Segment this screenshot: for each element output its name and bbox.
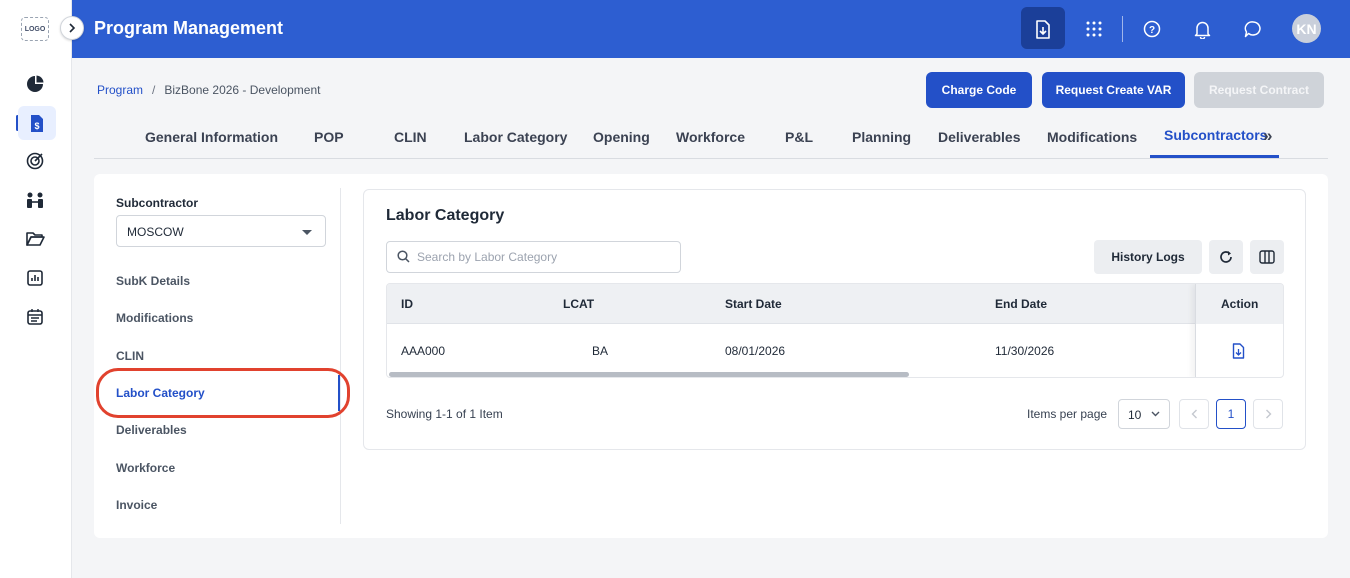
charge-code-button[interactable]: Charge Code [926,72,1032,108]
labor-category-panel: Labor Category History Logs ID LCAT Star… [363,189,1306,450]
col-start-date[interactable]: Start Date [725,297,782,311]
tab-clin[interactable]: CLIN [394,129,427,145]
side-item-subk-details[interactable]: SubK Details [116,274,190,288]
tab-general-information[interactable]: General Information [145,129,278,145]
chevron-right-icon [1265,409,1271,419]
apps-grid-icon[interactable] [1080,15,1108,43]
help-icon[interactable]: ? [1138,15,1166,43]
breadcrumb-current: BizBone 2026 - Development [164,83,321,97]
history-logs-button[interactable]: History Logs [1094,240,1202,274]
calendar-icon[interactable] [22,303,48,329]
tab-planning[interactable]: Planning [852,129,911,145]
tab-subcontractors[interactable]: Subcontractors [1164,127,1267,143]
target-icon[interactable] [22,148,48,174]
app-logo: LOGO [21,17,49,41]
search-box [386,241,681,273]
chevron-left-icon [1191,409,1197,419]
download-file-icon[interactable] [1029,15,1057,43]
col-end-date[interactable]: End Date [995,297,1047,311]
request-contract-button[interactable]: Request Contract [1194,72,1324,108]
view-document-icon[interactable] [1232,343,1245,364]
search-input[interactable] [417,242,672,272]
tab-workforce[interactable]: Workforce [676,129,745,145]
report-chart-icon[interactable] [22,265,48,291]
chat-icon[interactable] [1239,15,1267,43]
caret-down-icon [302,230,312,235]
scrollbar-thumb[interactable] [389,372,909,377]
side-item-invoice[interactable]: Invoice [116,498,157,512]
side-item-modifications[interactable]: Modifications [116,311,193,325]
tab-pl[interactable]: P&L [785,129,813,145]
panel-title: Labor Category [386,207,505,224]
side-item-deliverables[interactable]: Deliverables [116,423,187,437]
side-item-clin[interactable]: CLIN [116,349,144,363]
columns-icon [1259,250,1275,264]
svg-text:$: $ [34,121,39,131]
user-avatar[interactable]: KN [1292,14,1321,43]
side-item-workforce[interactable]: Workforce [116,461,175,475]
prev-page-button[interactable] [1179,399,1209,429]
folder-open-icon[interactable] [22,226,48,252]
col-id[interactable]: ID [401,297,413,311]
breadcrumb-program-link[interactable]: Program [97,83,143,97]
request-create-var-button[interactable]: Request Create VAR [1042,72,1185,108]
active-tab-indicator [1150,155,1279,158]
items-per-page-value: 10 [1128,408,1142,422]
search-icon [397,250,410,263]
tab-deliverables[interactable]: Deliverables [938,129,1021,145]
items-per-page-label: Items per page [1027,407,1108,421]
refresh-icon [1220,251,1232,263]
items-per-page-select[interactable]: 10 [1118,399,1170,429]
tab-labor-category[interactable]: Labor Category [464,129,567,145]
tabs-more-icon[interactable]: » [1263,126,1272,146]
col-lcat[interactable]: LCAT [563,297,594,311]
table-header [387,284,1283,324]
tab-modifications[interactable]: Modifications [1047,129,1137,145]
subcontractor-selected-value: MOSCOW [127,225,184,239]
action-column: Action [1195,284,1283,377]
next-page-button[interactable] [1253,399,1283,429]
refresh-button[interactable] [1209,240,1243,274]
subcontractor-label: Subcontractor [116,196,199,210]
cell-id: AAA000 [401,344,446,358]
labor-category-table: ID LCAT Start Date End Date AAA000 BA 08… [386,283,1284,378]
dashboard-pie-icon[interactable] [22,71,48,97]
subcontractor-select[interactable]: MOSCOW [116,215,326,247]
cell-lcat: BA [592,344,609,358]
notification-bell-icon[interactable] [1188,15,1216,43]
breadcrumb: Program / BizBone 2026 - Development [97,83,320,97]
program-document-icon[interactable]: $ [18,106,56,140]
breadcrumb-separator: / [152,83,156,97]
app-title: Program Management [94,18,284,38]
svg-text:?: ? [1149,25,1155,36]
collapse-sidebar-button[interactable] [60,16,84,40]
annotation-highlight-ring [96,368,350,418]
showing-text: Showing 1-1 of 1 Item [386,407,503,421]
subcontractor-card: Subcontractor MOSCOW SubK Details Modifi… [94,174,1328,538]
team-icon[interactable] [22,187,48,213]
tab-pop[interactable]: POP [314,129,344,145]
side-divider [340,188,341,524]
left-rail: LOGO $ [0,0,72,578]
cell-start-date: 08/01/2026 [725,344,786,358]
horizontal-scrollbar[interactable] [387,370,1283,377]
columns-button[interactable] [1250,240,1284,274]
program-tabs: General Information POP CLIN Labor Categ… [94,118,1328,159]
header-divider [1122,16,1123,42]
col-action: Action [1221,297,1259,311]
tab-opening[interactable]: Opening [593,129,650,145]
chevron-right-icon [69,23,76,33]
cell-end-date: 11/30/2026 [995,344,1055,358]
chevron-down-icon [1151,411,1160,417]
top-bar: Program Management ? KN [72,0,1350,58]
page-button-current[interactable]: 1 [1216,399,1246,429]
